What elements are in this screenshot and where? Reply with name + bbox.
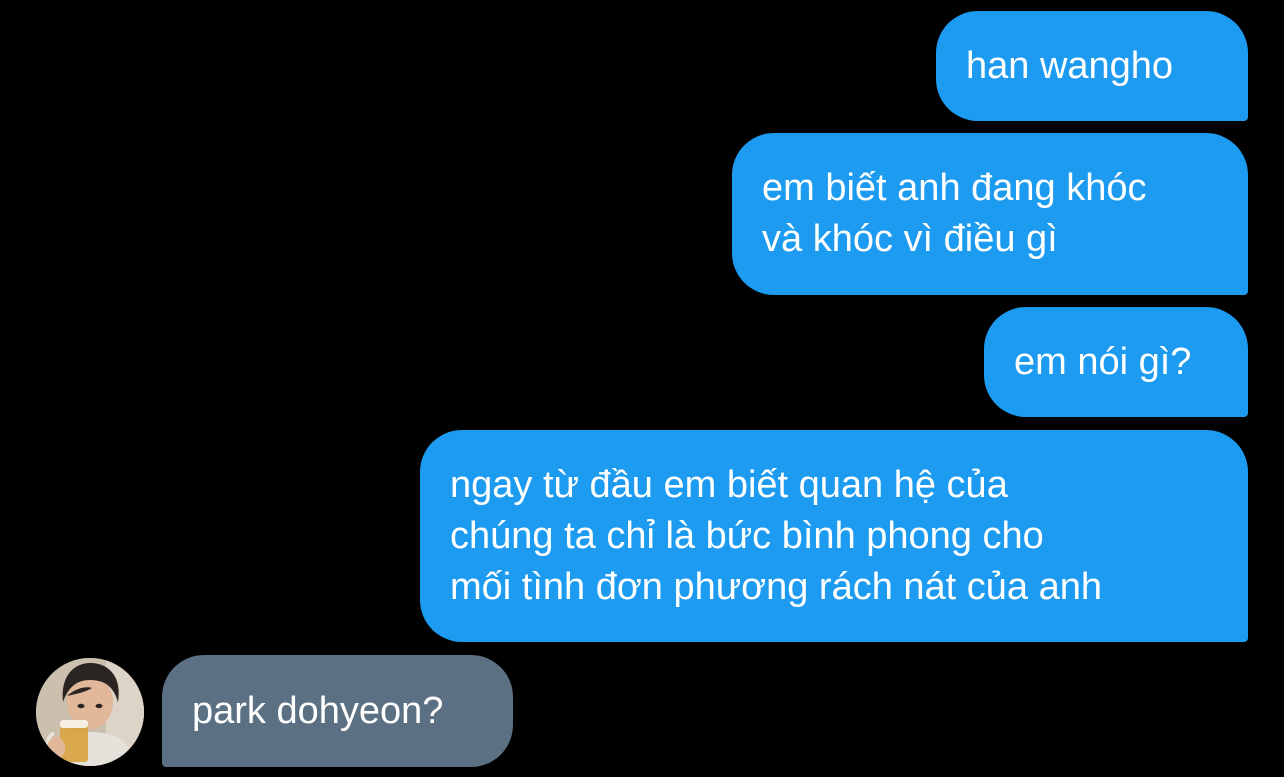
message-text: ngay từ đầu em biết quan hệ của chúng ta… (450, 463, 1103, 608)
message-text: park dohyeon? (192, 689, 444, 732)
avatar[interactable] (36, 658, 144, 766)
message-text: em nói gì? (1014, 340, 1192, 383)
message-text: em biết anh đang khóc và khóc vì điều gì (762, 167, 1147, 260)
user-avatar-photo-icon (36, 658, 144, 766)
message-bubble-received[interactable]: park dohyeon? (162, 655, 513, 767)
message-bubble-sent[interactable]: em biết anh đang khóc và khóc vì điều gì (732, 133, 1248, 295)
message-bubble-sent[interactable]: han wangho (936, 11, 1248, 121)
message-text: han wangho (966, 44, 1174, 87)
message-bubble-sent[interactable]: ngay từ đầu em biết quan hệ của chúng ta… (420, 430, 1248, 642)
message-bubble-sent[interactable]: em nói gì? (984, 307, 1248, 417)
